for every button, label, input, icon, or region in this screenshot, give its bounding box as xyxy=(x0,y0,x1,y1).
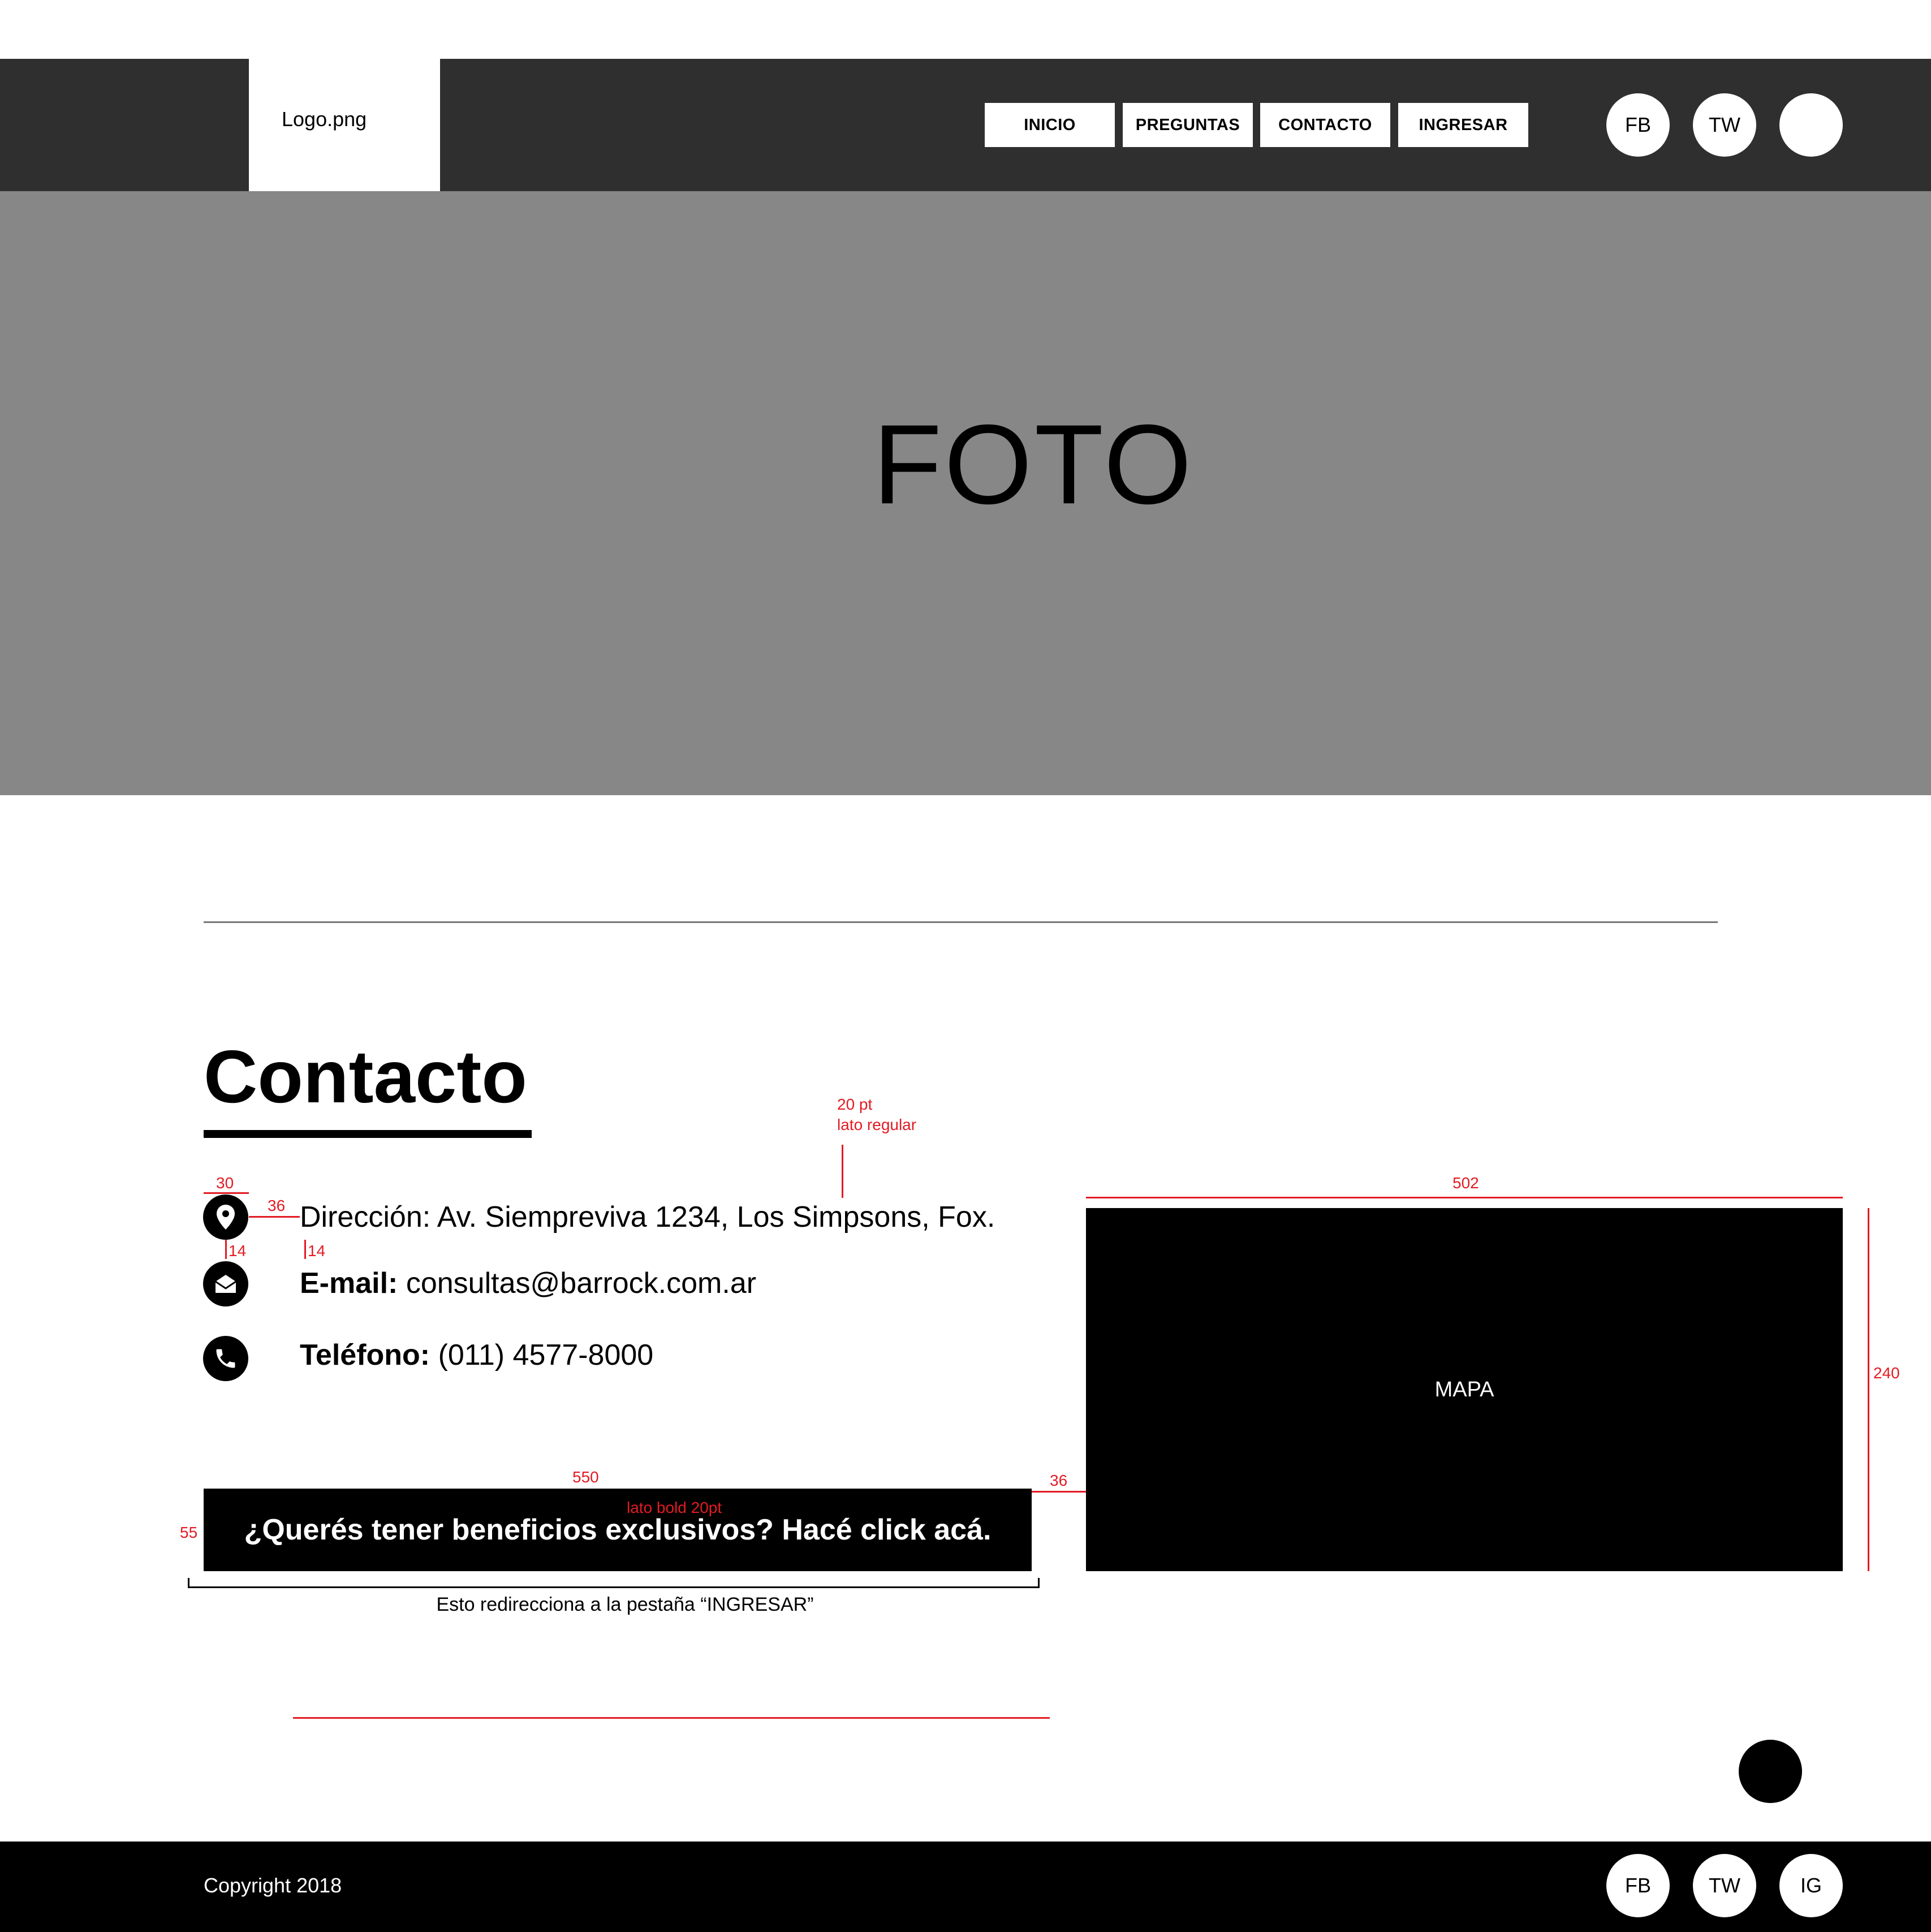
cta-bracket xyxy=(188,1578,1040,1588)
hero-photo-label: FOTO xyxy=(873,402,1194,528)
section-divider xyxy=(204,921,1718,923)
annotation-cta-map-gap: 36 xyxy=(1050,1472,1068,1489)
annotation-line xyxy=(249,1216,300,1218)
phone-icon xyxy=(203,1336,248,1381)
annotation-line xyxy=(1868,1208,1869,1571)
footer-facebook-button[interactable]: FB xyxy=(1606,1854,1670,1917)
annotation-cta-font: lato bold 20pt xyxy=(627,1499,722,1516)
copyright: Copyright 2018 xyxy=(204,1874,342,1897)
annotation-row-gap-a: 14 xyxy=(229,1242,247,1260)
annotation-line xyxy=(304,1240,306,1259)
footer-instagram-button[interactable]: IG xyxy=(1779,1854,1843,1917)
annotation-row-gap-b: 14 xyxy=(308,1242,326,1260)
nav-ingresar[interactable]: INGRESAR xyxy=(1398,103,1528,147)
map-placeholder[interactable]: MAPA xyxy=(1086,1208,1843,1571)
page-title: Contacto xyxy=(204,1035,527,1118)
header-social-button[interactable] xyxy=(1779,93,1843,157)
annotation-cta-height: 55 xyxy=(180,1524,198,1541)
cta-note: Esto redirecciona a la pestaña “INGRESAR… xyxy=(436,1594,814,1615)
annotation-map-width: 502 xyxy=(1452,1174,1479,1192)
annotation-font: 20 pt lato regular xyxy=(837,1096,917,1134)
nav-contacto[interactable]: CONTACTO xyxy=(1260,103,1390,147)
annotation-line xyxy=(1086,1197,1843,1198)
annotation-map-height: 240 xyxy=(1873,1364,1900,1382)
annotation-icon-size: 30 xyxy=(216,1174,234,1192)
email-text: E-mail: consultas@barrock.com.ar xyxy=(300,1267,757,1300)
red-divider xyxy=(293,1717,1050,1719)
logo-label: Logo.png xyxy=(282,107,367,131)
envelope-icon xyxy=(203,1261,248,1306)
header-twitter-button[interactable]: TW xyxy=(1693,93,1756,157)
nav-inicio[interactable]: INICIO xyxy=(985,103,1115,147)
header-facebook-button[interactable]: FB xyxy=(1606,93,1670,157)
annotation-line xyxy=(204,1192,249,1194)
benefits-cta-button[interactable]: ¿Querés tener beneficios exclusivos? Hac… xyxy=(204,1489,1032,1571)
footer-twitter-button[interactable]: TW xyxy=(1693,1854,1756,1917)
annotation-cta-width: 550 xyxy=(572,1468,599,1486)
location-pin-icon xyxy=(203,1194,248,1240)
annotation-line xyxy=(1032,1491,1086,1493)
annotation-line xyxy=(842,1145,843,1198)
nav-preguntas[interactable]: PREGUNTAS xyxy=(1123,103,1253,147)
annotation-line xyxy=(225,1240,227,1259)
title-underline xyxy=(204,1130,532,1138)
annotation-icon-gap: 36 xyxy=(268,1197,286,1214)
floating-action-button[interactable] xyxy=(1739,1740,1802,1803)
address-text: Dirección: Av. Siempreviva 1234, Los Sim… xyxy=(300,1201,995,1234)
phone-text: Teléfono: (011) 4577-8000 xyxy=(300,1339,654,1372)
